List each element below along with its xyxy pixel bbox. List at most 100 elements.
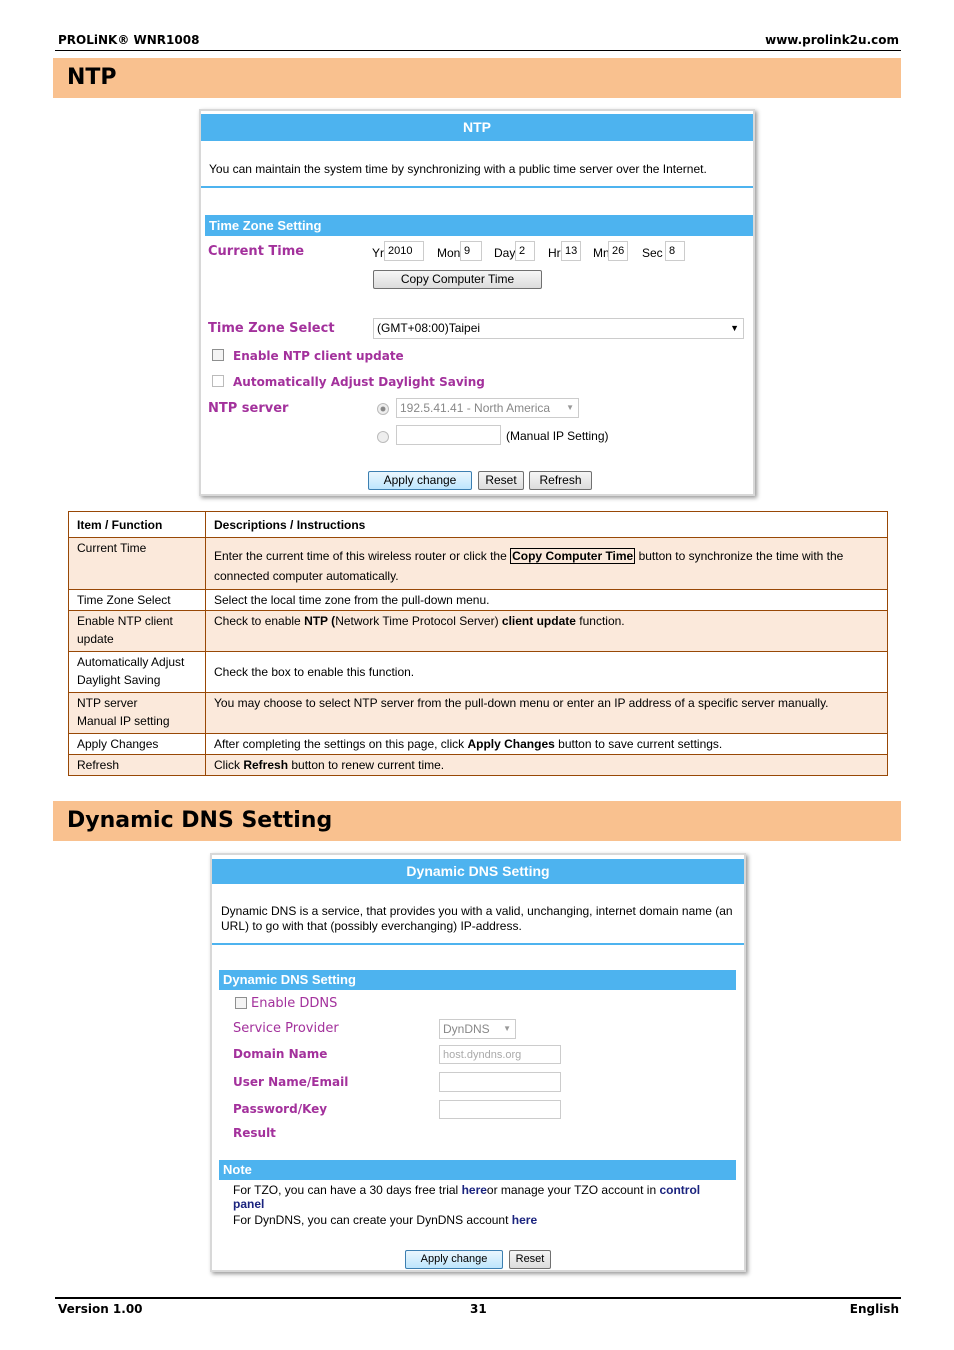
column-header-item: Item / Function xyxy=(68,511,206,538)
password-input[interactable] xyxy=(439,1100,561,1119)
divider xyxy=(201,186,753,188)
dropdown-arrow-icon: ▼ xyxy=(566,403,574,412)
page-number: 31 xyxy=(470,1302,487,1316)
row-item: Current Time xyxy=(68,537,206,590)
enable-ntp-label: Enable NTP client update xyxy=(233,349,404,363)
time-zone-select[interactable]: (GMT+08:00)Taipei ▼ xyxy=(373,318,744,339)
table-row: Refresh Click Refresh button to renew cu… xyxy=(68,754,888,776)
ntp-server-preset-radio[interactable] xyxy=(377,403,389,415)
ddns-setting-bar: Dynamic DNS Setting xyxy=(219,970,736,990)
enable-ddns-checkbox[interactable] xyxy=(235,997,247,1009)
ntp-function-table: Item / Function Descriptions / Instructi… xyxy=(68,511,888,776)
user-name-label: User Name/Email xyxy=(233,1075,349,1089)
row-description: You may choose to select NTP server from… xyxy=(205,692,888,734)
copy-computer-time-button[interactable]: Copy Computer Time xyxy=(373,270,542,289)
row-item: NTP server Manual IP setting xyxy=(68,692,206,734)
password-label: Password/Key xyxy=(233,1102,328,1116)
desc-text: Enter the current time of this wireless … xyxy=(214,549,511,563)
header-website: www.prolink2u.com xyxy=(765,33,899,47)
reset-button[interactable]: Reset xyxy=(478,471,524,490)
time-zone-select-value: (GMT+08:00)Taipei xyxy=(377,321,481,335)
enable-ntp-checkbox[interactable] xyxy=(212,349,224,361)
month-input[interactable]: 9 xyxy=(460,241,482,261)
desc-text: Click xyxy=(214,758,244,772)
service-provider-select[interactable]: DynDNS ▼ xyxy=(439,1019,516,1039)
dyndns-account-link[interactable]: here xyxy=(512,1213,537,1227)
note-text: For DynDNS, you can create your DynDNS a… xyxy=(233,1213,512,1227)
table-row: Current Time Enter the current time of t… xyxy=(68,537,888,590)
service-provider-value: DynDNS xyxy=(443,1022,490,1036)
day-input[interactable]: 2 xyxy=(515,241,535,261)
desc-text: button to save current settings. xyxy=(554,737,723,751)
second-input[interactable]: 8 xyxy=(665,241,685,261)
year-input[interactable]: 2010 xyxy=(384,241,424,261)
daylight-saving-checkbox[interactable] xyxy=(212,375,224,387)
table-row: Automatically Adjust Daylight Saving Che… xyxy=(68,651,888,693)
ddns-description: Dynamic DNS is a service, that provides … xyxy=(221,904,733,933)
table-header-row: Item / Function Descriptions / Instructi… xyxy=(68,511,888,538)
ddns-apply-change-button[interactable]: Apply change xyxy=(405,1250,503,1269)
ntp-server-label: NTP server xyxy=(208,401,289,416)
domain-name-input[interactable]: host.dyndns.org xyxy=(439,1045,561,1064)
row-item-line: NTP server xyxy=(77,696,138,710)
footer-rule xyxy=(55,1297,901,1299)
row-description: Check the box to enable this function. xyxy=(205,651,888,693)
note-tzo: For TZO, you can have a 30 days free tri… xyxy=(233,1183,723,1211)
ddns-reset-button[interactable]: Reset xyxy=(509,1250,551,1269)
row-description: Check to enable NTP (Network Time Protoc… xyxy=(205,610,888,652)
note-text: or manage your TZO account in xyxy=(486,1183,660,1197)
header-rule xyxy=(55,50,901,51)
time-zone-select-label: Time Zone Select xyxy=(208,321,335,336)
row-item: Apply Changes xyxy=(68,733,206,755)
user-name-input[interactable] xyxy=(439,1072,561,1092)
year-label: Yr xyxy=(372,246,384,260)
row-description: Enter the current time of this wireless … xyxy=(205,537,888,590)
ntp-panel: NTP You can maintain the system time by … xyxy=(199,109,755,496)
row-item: Enable NTP client update xyxy=(68,610,206,652)
tzo-trial-link[interactable]: here xyxy=(462,1183,487,1197)
manual-ip-input[interactable] xyxy=(396,425,501,445)
month-label: Mon xyxy=(437,246,461,260)
desc-bold: NTP ( xyxy=(304,614,336,628)
note-dyndns: For DynDNS, you can create your DynDNS a… xyxy=(233,1213,537,1227)
desc-bold: Apply Changes xyxy=(467,737,555,751)
hour-input[interactable]: 13 xyxy=(561,241,581,261)
desc-text: Network Time Protocol Server) xyxy=(335,614,502,628)
header-product: PROLiNK® WNR1008 xyxy=(58,33,200,47)
ntp-panel-title: NTP xyxy=(201,114,753,141)
table-row: Time Zone Select Select the local time z… xyxy=(68,589,888,611)
table-row: Apply Changes After completing the setti… xyxy=(68,733,888,755)
row-item: Time Zone Select xyxy=(68,589,206,611)
desc-bold: Refresh xyxy=(243,758,289,772)
refresh-button[interactable]: Refresh xyxy=(529,471,592,490)
desc-bold: client update xyxy=(501,614,576,628)
footer-version: Version 1.00 xyxy=(58,1302,143,1316)
table-row: Enable NTP client update Check to enable… xyxy=(68,610,888,652)
desc-text: button to renew current time. xyxy=(288,758,445,772)
row-item: Refresh xyxy=(68,754,206,776)
ntp-description: You can maintain the system time by sync… xyxy=(209,162,707,176)
desc-bold: Copy Computer Time xyxy=(510,548,636,564)
section-title-ntp: NTP xyxy=(53,58,901,98)
daylight-saving-label: Automatically Adjust Daylight Saving xyxy=(233,375,485,389)
row-description: Click Refresh button to renew current ti… xyxy=(205,754,888,776)
day-label: Day xyxy=(494,246,516,260)
apply-change-button[interactable]: Apply change xyxy=(368,471,472,490)
note-bar: Note xyxy=(219,1160,736,1180)
ntp-server-value: 192.5.41.41 - North America xyxy=(400,401,551,415)
dropdown-arrow-icon: ▼ xyxy=(730,323,739,333)
section-title-ddns: Dynamic DNS Setting xyxy=(53,801,901,841)
ntp-server-select[interactable]: 192.5.41.41 - North America ▼ xyxy=(396,398,579,418)
row-description: Select the local time zone from the pull… xyxy=(205,589,888,611)
note-text: For TZO, you can have a 30 days free tri… xyxy=(233,1183,462,1197)
enable-ddns-label: Enable DDNS xyxy=(251,996,338,1011)
manual-ip-radio[interactable] xyxy=(377,431,389,443)
minute-input[interactable]: 26 xyxy=(608,241,628,261)
dropdown-arrow-icon: ▼ xyxy=(503,1024,511,1033)
table-row: NTP server Manual IP setting You may choo… xyxy=(68,692,888,734)
ddns-panel: Dynamic DNS Setting Dynamic DNS is a ser… xyxy=(210,853,746,1272)
row-description: After completing the settings on this pa… xyxy=(205,733,888,755)
row-item: Automatically Adjust Daylight Saving xyxy=(68,651,206,693)
service-provider-label: Service Provider xyxy=(233,1021,339,1036)
divider xyxy=(212,943,744,945)
